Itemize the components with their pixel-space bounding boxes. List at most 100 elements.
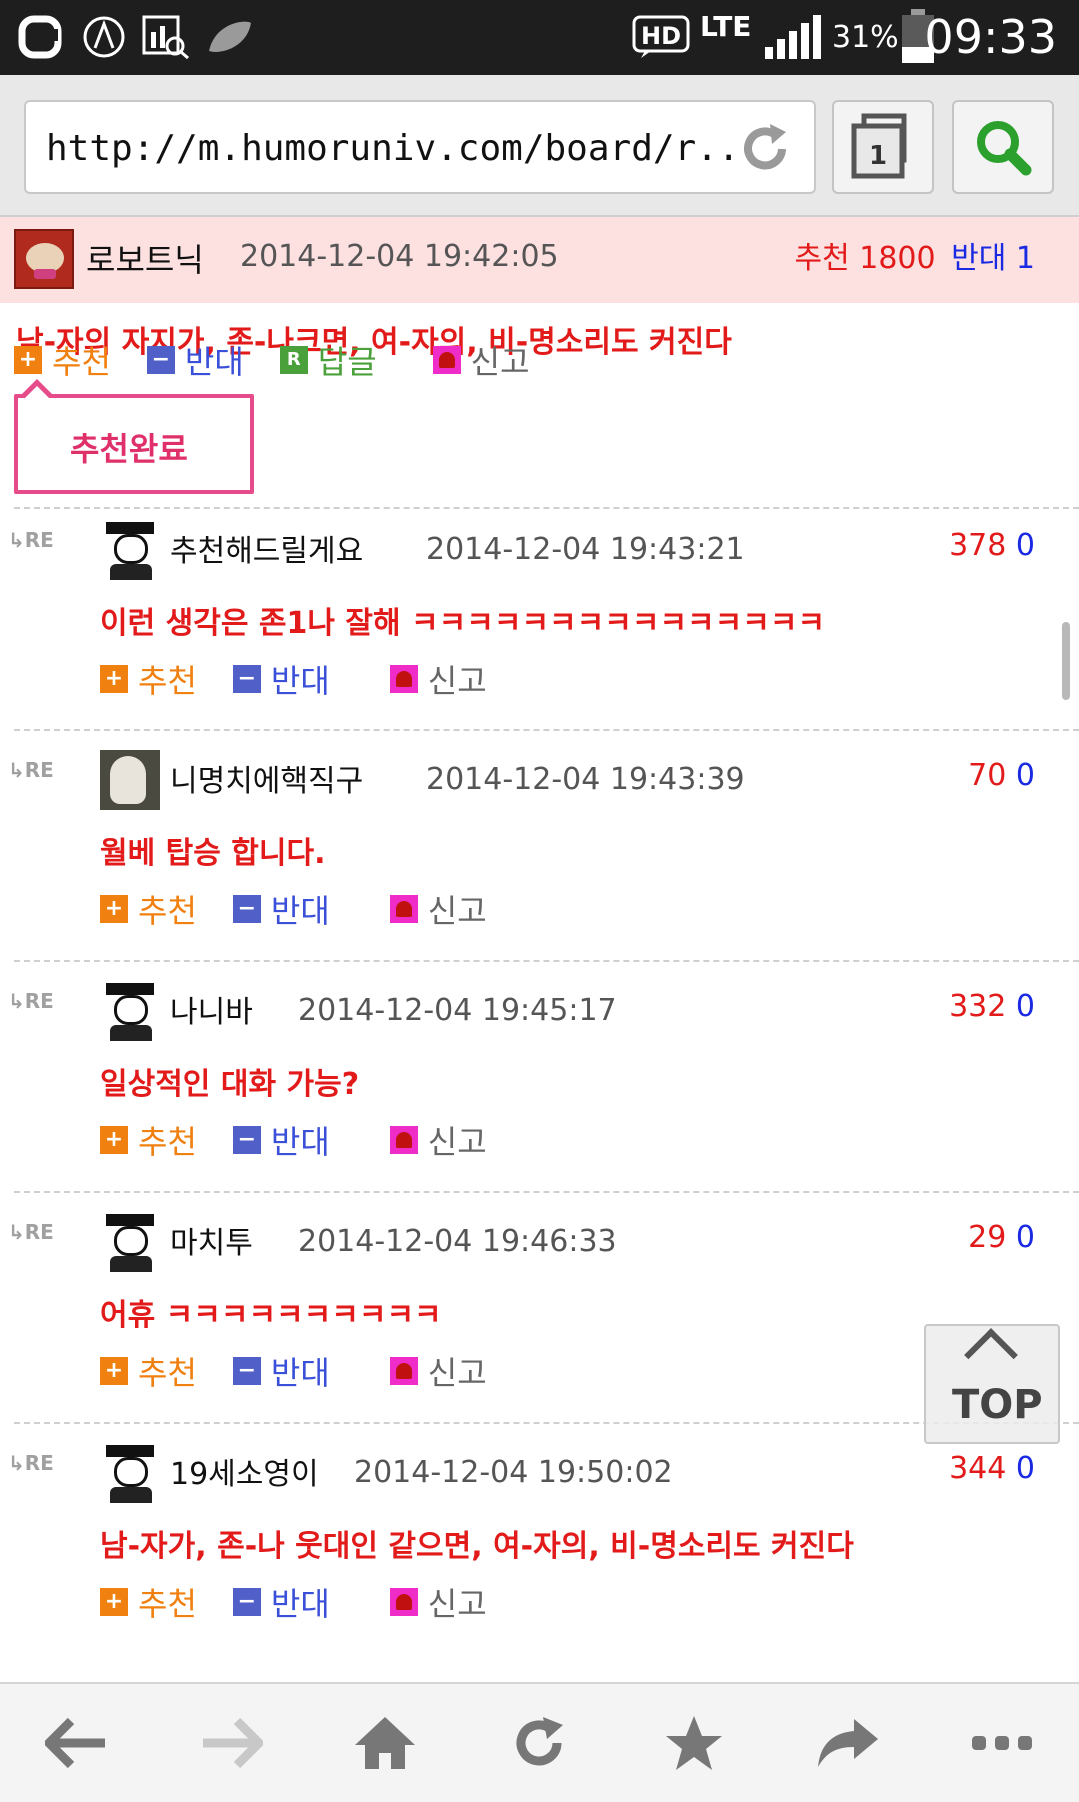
url-field[interactable]: http://m.humoruniv.com/board/r...	[24, 100, 816, 194]
reply-actions: + 추천 − 반대 신고	[100, 1579, 523, 1625]
recommend-button-label: 추천	[138, 892, 197, 930]
re-tag: ↳RE	[8, 758, 54, 782]
recommend-button[interactable]: + 추천	[100, 886, 197, 932]
avatar[interactable]	[100, 1443, 160, 1503]
report-button[interactable]: 신고	[432, 337, 530, 383]
reply-votes: 332 0	[949, 989, 1035, 1024]
recommend-button[interactable]: + 추천	[14, 337, 111, 383]
reply-item: ↳RE 마치투 2014-12-04 19:46:33 29 0 어휴 ㅋㅋㅋㅋ…	[0, 1204, 1079, 1434]
oppose-button[interactable]: − 반대	[232, 656, 330, 702]
url-text[interactable]: http://m.humoruniv.com/board/r...	[46, 128, 761, 169]
reply-author[interactable]: 니명치에핵직구	[170, 756, 363, 800]
reply-up-count: 70	[968, 758, 1007, 793]
clock: 09:33	[924, 10, 1057, 64]
recommend-button[interactable]: + 추천	[100, 1579, 197, 1625]
report-button[interactable]: 신고	[389, 1579, 487, 1625]
report-button[interactable]: 신고	[389, 656, 487, 702]
report-button[interactable]: 신고	[389, 886, 487, 932]
more-button[interactable]	[962, 1703, 1042, 1783]
share-button[interactable]	[808, 1703, 888, 1783]
oppose-button[interactable]: − 반대	[232, 886, 330, 932]
tabs-button[interactable]: 1	[832, 100, 934, 194]
re-tag: ↳RE	[8, 1451, 54, 1475]
re-tag: ↳RE	[8, 989, 54, 1013]
scroll-to-top-button[interactable]: TOP	[924, 1324, 1060, 1444]
reply-item: ↳RE 추천해드릴게요 2014-12-04 19:43:21 378 0 이런…	[0, 512, 1079, 742]
avatar[interactable]	[100, 750, 160, 810]
reply-author[interactable]: 추천해드릴게요	[170, 526, 363, 570]
report-button[interactable]: 신고	[389, 1348, 487, 1394]
recommend-button[interactable]: + 추천	[100, 1348, 197, 1394]
back-button[interactable]	[37, 1703, 117, 1783]
recommend-button-label: 추천	[138, 1123, 197, 1161]
recommend-button-label: 추천	[52, 343, 111, 381]
reply-item: ↳RE 19세소영이 2014-12-04 19:50:02 344 0 남-자…	[0, 1435, 1079, 1665]
siren-icon	[389, 1126, 418, 1154]
siren-icon	[389, 1357, 418, 1385]
oppose-button[interactable]: − 반대	[146, 337, 244, 383]
chart-search-icon	[140, 14, 192, 60]
scrollbar[interactable]	[1062, 622, 1070, 700]
oppose-button-label: 반대	[270, 1585, 330, 1623]
post-date: 2014-12-04 19:42:05	[240, 239, 559, 274]
report-button-label: 신고	[470, 343, 530, 381]
oppose-button[interactable]: − 반대	[232, 1117, 330, 1163]
reload-icon[interactable]	[734, 118, 796, 180]
re-tag: ↳RE	[8, 528, 54, 552]
recommend-button[interactable]: + 추천	[100, 656, 197, 702]
reply-text: 월베 탑승 합니다.	[100, 836, 326, 871]
search-button[interactable]	[952, 100, 1054, 194]
reply-author[interactable]: 마치투	[170, 1218, 253, 1262]
recommend-count: 1800	[859, 241, 936, 276]
avatar[interactable]	[100, 520, 160, 580]
minus-icon: −	[146, 346, 175, 374]
avatar[interactable]	[100, 981, 160, 1041]
reply-text: 이런 생각은 존1나 잘해 ㅋㅋㅋㅋㅋㅋㅋㅋㅋㅋㅋㅋㅋㅋㅋ	[100, 606, 826, 641]
reply-date: 2014-12-04 19:46:33	[298, 1224, 617, 1259]
siren-icon	[389, 895, 418, 923]
reply-votes: 344 0	[949, 1451, 1035, 1486]
reply-down-count: 0	[1015, 1220, 1035, 1255]
plus-icon: +	[100, 1126, 128, 1154]
avatar[interactable]	[100, 1212, 160, 1272]
home-icon	[355, 1717, 416, 1769]
share-arrow-icon	[817, 1719, 878, 1767]
reply-button[interactable]: R 답글	[279, 337, 377, 383]
re-tag: ↳RE	[8, 1220, 54, 1244]
reply-author[interactable]: 19세소영이	[170, 1449, 319, 1493]
home-button[interactable]	[345, 1703, 425, 1783]
minus-icon: −	[232, 665, 261, 693]
arrow-left-icon	[45, 1717, 106, 1769]
toast-pointer-inner	[25, 386, 49, 398]
reply-button-label: 답글	[317, 343, 377, 381]
report-button-label: 신고	[427, 662, 487, 700]
status-bar: HD LTE 31% 09:33	[0, 0, 1079, 75]
oppose-button[interactable]: − 반대	[232, 1348, 330, 1394]
chevron-up-icon	[964, 1328, 1018, 1382]
reply-votes: 70 0	[968, 758, 1035, 793]
bookmark-button[interactable]	[654, 1703, 734, 1783]
post-author[interactable]: 로보트닉	[86, 235, 204, 281]
oppose-button-label: 반대	[184, 343, 244, 381]
siren-icon	[389, 1588, 418, 1616]
search-icon	[977, 121, 1032, 176]
report-button[interactable]: 신고	[389, 1117, 487, 1163]
app-o-icon	[16, 14, 64, 60]
reply-text: 남-자가, 존-나 웃대인 같으면, 여-자의, 비-명소리도 커진다	[100, 1529, 854, 1564]
report-button-label: 신고	[427, 892, 487, 930]
avatar[interactable]	[14, 229, 74, 289]
recommend-button[interactable]: + 추천	[100, 1117, 197, 1163]
refresh-button[interactable]	[499, 1703, 579, 1783]
oppose-button-label: 반대	[270, 1123, 330, 1161]
oppose-button-label: 반대	[270, 892, 330, 930]
oppose-button[interactable]: − 반대	[232, 1579, 330, 1625]
network-type: LTE	[700, 10, 752, 43]
plus-icon: +	[100, 895, 128, 923]
reply-author[interactable]: 나니바	[170, 987, 253, 1031]
divider	[14, 1422, 1079, 1424]
forward-button[interactable]	[191, 1703, 271, 1783]
report-button-label: 신고	[427, 1585, 487, 1623]
plus-icon: +	[100, 1357, 128, 1385]
plus-icon: +	[14, 346, 42, 374]
page-content: 로보트닉 2014-12-04 19:42:05 추천 1800 반대 1 남-…	[0, 217, 1079, 1682]
